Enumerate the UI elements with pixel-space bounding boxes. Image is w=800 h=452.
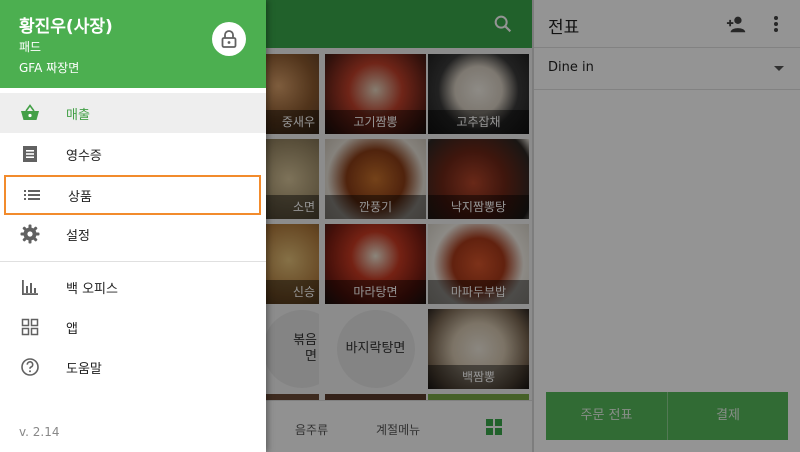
nav-item-label: 설정 [66, 229, 90, 244]
nav-item-label: 백 오피스 [66, 282, 118, 297]
owner-name: 황진우(사장) [19, 17, 113, 37]
nav-drawer: 황진우(사장) 패드 GFA 짜장면 매출 영수증 상품 설정 백 오피스 앱 … [0, 0, 266, 452]
nav-item-label: 매출 [66, 108, 90, 123]
nav-item-items[interactable]: 상품 [4, 175, 261, 215]
bar-chart-icon [22, 280, 38, 295]
lock-icon [221, 30, 237, 48]
list-icon [24, 190, 40, 200]
help-icon [21, 358, 39, 376]
nav-item-apps[interactable]: 앱 [0, 307, 266, 347]
nav-item-help[interactable]: 도움말 [0, 347, 266, 387]
nav-item-label: 도움말 [66, 362, 102, 377]
puzzle-icon [21, 318, 39, 336]
gear-icon [20, 224, 40, 244]
store-name: GFA 짜장면 [19, 61, 80, 75]
nav-item-label: 상품 [68, 190, 92, 205]
app-version: v. 2.14 [19, 425, 60, 439]
nav-item-label: 영수증 [66, 149, 102, 164]
device-name: 패드 [19, 40, 42, 54]
nav-item-label: 앱 [66, 322, 78, 337]
nav-item-settings[interactable]: 설정 [0, 214, 266, 254]
lock-button[interactable] [212, 22, 246, 56]
drawer-divider [0, 261, 266, 262]
nav-item-back-office[interactable]: 백 오피스 [0, 267, 266, 307]
drawer-header: 황진우(사장) 패드 GFA 짜장면 [0, 0, 266, 88]
basket-icon [21, 104, 39, 120]
nav-item-receipts[interactable]: 영수증 [0, 134, 266, 174]
receipt-icon [23, 146, 37, 162]
nav-item-sales[interactable]: 매출 [0, 93, 266, 133]
